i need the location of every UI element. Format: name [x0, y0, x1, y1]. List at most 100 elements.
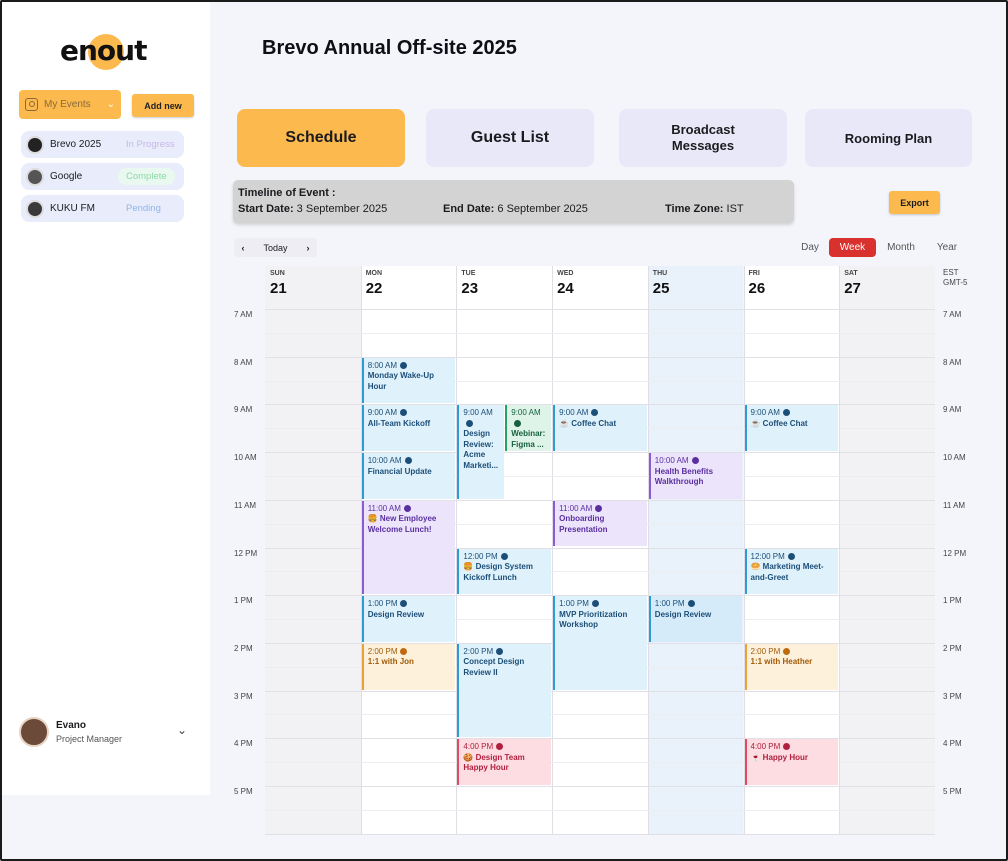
calendar-event[interactable]: 2:00 PM 1:1 with Jon — [361, 643, 456, 690]
calendar-event[interactable]: 2:00 PM Concept Design Review II — [457, 643, 552, 738]
event-time: 9:00 AM — [751, 408, 835, 419]
calendar-event[interactable]: 9:00 AM Webinar: Figma ... — [505, 405, 552, 452]
event-time: 11:00 AM — [368, 504, 452, 515]
hour-label: 1 PM — [234, 596, 253, 606]
event-title: All-Team Kickoff — [367, 418, 431, 428]
event-title: MVP Prioritization Workshop — [559, 609, 628, 630]
avatar — [26, 135, 44, 154]
calendar-event[interactable]: 1:00 PM MVP Prioritization Workshop — [553, 596, 647, 690]
time-zone-label: Time Zone: — [665, 203, 724, 215]
view-year[interactable]: Year — [929, 238, 965, 257]
event-title: Concept Design Review II — [463, 657, 525, 677]
event-title: 1:1 with Heather — [750, 657, 813, 667]
video-call-icon — [691, 457, 699, 465]
event-time: 1:00 PM — [559, 599, 643, 610]
calendar-event[interactable]: 11:00 AM 🍔 New Employee Welcome Lunch! — [361, 500, 456, 595]
video-call-icon — [514, 419, 522, 427]
event-title: Health Benefits Walkthrough — [654, 466, 714, 487]
day-of-week: FRI — [748, 270, 760, 277]
event-title: ☕ Coffee Chat — [750, 418, 808, 428]
day-column[interactable] — [647, 266, 744, 834]
calendar-event[interactable]: 11:00 AM Onboarding Presentation — [553, 500, 647, 547]
event-time: 1:00 PM — [368, 599, 452, 610]
day-column[interactable] — [265, 266, 361, 834]
hour-label: 11 AM — [943, 500, 966, 510]
view-month[interactable]: Month — [881, 238, 921, 257]
hour-label: 3 PM — [943, 691, 962, 701]
calendar-event[interactable]: 4:00 PM 🍪 Design Team Happy Hour — [457, 739, 552, 785]
event-title: Webinar: Figma ... — [511, 429, 546, 449]
calendar-event[interactable]: 4:00 PM 🍷 Happy Hour — [744, 739, 839, 785]
half-hour-line — [265, 714, 935, 716]
hour-label: 8 AM — [943, 357, 962, 367]
sidebar-event-brevo[interactable]: Brevo 2025 In Progress — [21, 131, 184, 158]
column-divider — [839, 266, 841, 834]
calendar-event[interactable]: 9:00 AM ☕ Coffee Chat — [744, 405, 839, 452]
view-week[interactable]: Week — [829, 238, 876, 257]
calendar-nav: ‹ Today › — [234, 238, 317, 257]
avatar — [26, 199, 44, 218]
tab-schedule[interactable]: Schedule — [237, 109, 405, 167]
view-day[interactable]: Day — [795, 238, 825, 257]
chevron-right-icon[interactable]: › — [299, 243, 317, 253]
tab-guest-list[interactable]: Guest List — [426, 109, 594, 167]
day-number: 22 — [365, 280, 383, 297]
video-call-icon — [400, 361, 408, 369]
calendar-event[interactable]: 8:00 AM Monday Wake-Up Hour — [361, 357, 456, 404]
hour-line — [265, 309, 935, 310]
hour-label: 12 PM — [943, 548, 967, 558]
video-call-icon — [496, 647, 504, 655]
video-call-icon — [404, 457, 412, 465]
end-date-label: End Date: — [443, 203, 495, 215]
add-new-button[interactable]: Add new — [132, 94, 194, 117]
page-title: Brevo Annual Off-site 2025 — [262, 37, 517, 59]
sidebar-event-google[interactable]: Google Complete — [21, 163, 184, 190]
app-logo[interactable]: enout — [60, 32, 160, 72]
video-call-icon — [783, 743, 791, 751]
calendar-event[interactable]: 9:00 AM ☕ Coffee Chat — [553, 405, 647, 452]
day-header: MON 22 — [361, 266, 457, 309]
calendar-event[interactable]: 1:00 PM Design Review — [648, 596, 743, 642]
hour-label: 5 PM — [234, 787, 253, 796]
my-events-dropdown[interactable]: My Events ⌄ — [19, 90, 121, 119]
calendar-event[interactable]: 1:00 PM Design Review — [361, 596, 456, 642]
calendar-event[interactable]: 10:00 AM Financial Update — [361, 453, 456, 499]
video-call-icon — [466, 419, 474, 427]
video-call-icon — [403, 504, 411, 512]
day-column[interactable] — [552, 266, 648, 834]
day-number: 21 — [270, 280, 287, 297]
day-of-week: SUN — [270, 270, 285, 277]
calendar-event[interactable]: 12:00 PM 🍔 Design System Kickoff Lunch — [457, 548, 552, 595]
day-column[interactable] — [839, 266, 935, 834]
tab-rooming-plan[interactable]: Rooming Plan — [805, 109, 972, 167]
sidebar-event-kukufm[interactable]: KUKU FM Pending — [21, 195, 184, 222]
end-date-value: 6 September 2025 — [494, 203, 588, 215]
calendar-event[interactable]: 12:00 PM 🥯 Marketing Meet-and-Greet — [744, 548, 839, 595]
event-title: 🍔 New Employee Welcome Lunch! — [367, 514, 437, 534]
calendar-event[interactable]: 9:00 AM All-Team Kickoff — [361, 405, 456, 452]
export-button[interactable]: Export — [889, 191, 940, 214]
column-divider — [552, 266, 554, 834]
event-name: Brevo 2025 — [50, 139, 102, 150]
tab-broadcast-messages[interactable]: Broadcast Messages — [619, 109, 787, 167]
video-call-icon — [496, 743, 504, 751]
calendar-event[interactable]: 2:00 PM 1:1 with Heather — [744, 643, 839, 690]
avatar — [19, 717, 49, 747]
today-button[interactable]: Today — [252, 243, 299, 253]
user-profile[interactable]: Evano Project Manager ⌄ — [19, 717, 194, 749]
event-time: 12:00 PM — [463, 552, 547, 563]
event-title: 🍷 Happy Hour — [750, 752, 809, 762]
day-header: FRI 26 — [744, 266, 840, 309]
timezone-line1: EST — [943, 268, 959, 277]
chevron-left-icon[interactable]: ‹ — [234, 243, 252, 253]
calendar-event[interactable]: 9:00 AM Design Review: Acme Marketi... — [457, 405, 505, 499]
video-call-icon — [783, 647, 791, 655]
day-of-week: TUE — [461, 270, 476, 277]
start-date: Start Date: 3 September 2025 — [238, 203, 387, 215]
event-time: 1:00 PM — [655, 599, 739, 610]
video-call-icon — [591, 600, 599, 608]
day-header: WED 24 — [552, 266, 648, 309]
event-title: 🥯 Marketing Meet-and-Greet — [750, 562, 824, 582]
chevron-down-icon[interactable]: ⌄ — [177, 723, 187, 737]
calendar-event[interactable]: 10:00 AM Health Benefits Walkthrough — [648, 453, 743, 499]
